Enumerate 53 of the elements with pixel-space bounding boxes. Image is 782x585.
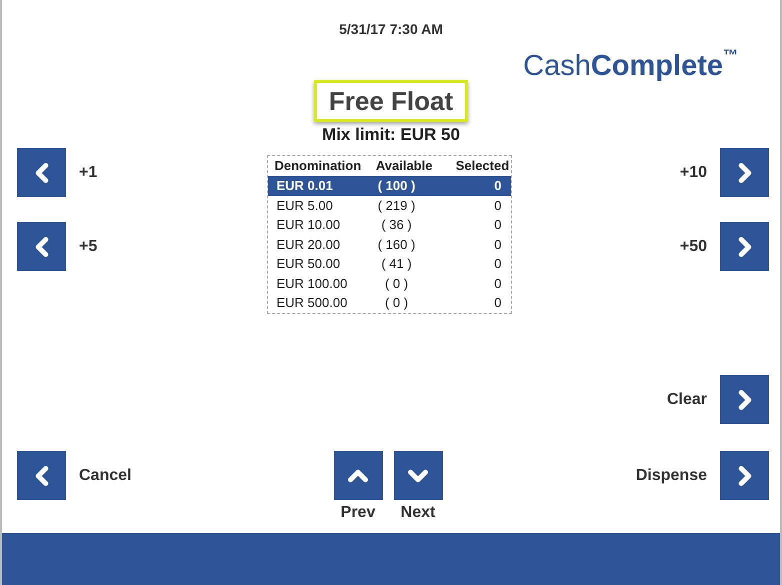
- button-label: Next: [400, 503, 436, 523]
- table-row[interactable]: EUR 0.01 ( 100 ) 0: [268, 176, 510, 196]
- table-row[interactable]: EUR 500.00 ( 0 ) 0: [268, 293, 510, 312]
- table-cell-text: ( 219 ): [376, 196, 416, 215]
- page-title: Free Float: [314, 80, 468, 122]
- mix-limit: Mix limit: EUR 50: [322, 124, 460, 146]
- right-arrow-button[interactable]: [720, 451, 769, 500]
- left-arrow-button[interactable]: [17, 451, 66, 500]
- table-row[interactable]: EUR 20.00 ( 160 ) 0: [268, 234, 510, 254]
- column-header: Selected: [454, 157, 510, 176]
- table-cell-text: ( 41 ): [380, 255, 413, 273]
- table-cell-text: EUR 5.00: [276, 196, 334, 214]
- button-label: +10: [680, 162, 707, 182]
- table-cell-text: EUR 10.00: [276, 216, 342, 234]
- up-arrow-button[interactable]: [334, 451, 382, 500]
- table-cell-text: ( 100 ): [376, 177, 416, 195]
- right-arrow-button[interactable]: [720, 375, 769, 424]
- logo: CashComplete$^{™}$: [523, 48, 738, 84]
- table-cell-text: 0: [493, 236, 502, 254]
- table-cell-text: 0: [493, 274, 502, 292]
- table-cell-text: EUR 0.01: [276, 177, 334, 195]
- button-label: Dispense: [636, 466, 707, 486]
- column-header: Denomination: [274, 157, 362, 176]
- right-arrow-button[interactable]: [720, 222, 769, 271]
- table-row[interactable]: EUR 50.00 ( 41 ) 0: [268, 254, 510, 274]
- button-label: Cancel: [79, 466, 132, 486]
- table-cell-text: ( 36 ): [380, 216, 413, 234]
- table-cell-text: ( 160 ): [376, 236, 416, 254]
- table-row[interactable]: EUR 100.00 ( 0 ) 0: [268, 274, 510, 293]
- column-header: Available: [374, 157, 434, 176]
- button-label: Clear: [666, 390, 707, 410]
- table-row[interactable]: EUR 10.00 ( 36 ) 0: [268, 215, 510, 234]
- button-label: +5: [79, 236, 98, 256]
- table-cell-text: 0: [493, 177, 502, 195]
- table-cell-text: ( 0 ): [384, 294, 410, 312]
- table-cell-text: ( 0 ): [384, 274, 410, 293]
- date-time: 5/31/17 7:30 AM: [339, 20, 443, 39]
- button-label: +1: [79, 162, 98, 182]
- table-row[interactable]: EUR 5.00 ( 219 ) 0: [268, 196, 510, 215]
- table-cell-text: EUR 100.00: [276, 274, 348, 292]
- table-cell-text: EUR 500.00: [276, 294, 348, 312]
- table-cell-text: 0: [493, 294, 502, 312]
- button-label: Prev: [340, 503, 376, 523]
- right-arrow-button[interactable]: [720, 148, 769, 197]
- table-cell-text: EUR 20.00: [276, 236, 342, 254]
- left-arrow-button[interactable]: [17, 222, 66, 271]
- left-arrow-button[interactable]: [17, 148, 66, 197]
- table-cell-text: 0: [493, 196, 502, 214]
- table-cell-text: 0: [493, 255, 502, 273]
- down-arrow-button[interactable]: [394, 451, 442, 500]
- table-cell-text: EUR 50.00: [276, 255, 342, 273]
- table-cell-text: 0: [493, 216, 502, 234]
- button-label: +50: [680, 236, 707, 256]
